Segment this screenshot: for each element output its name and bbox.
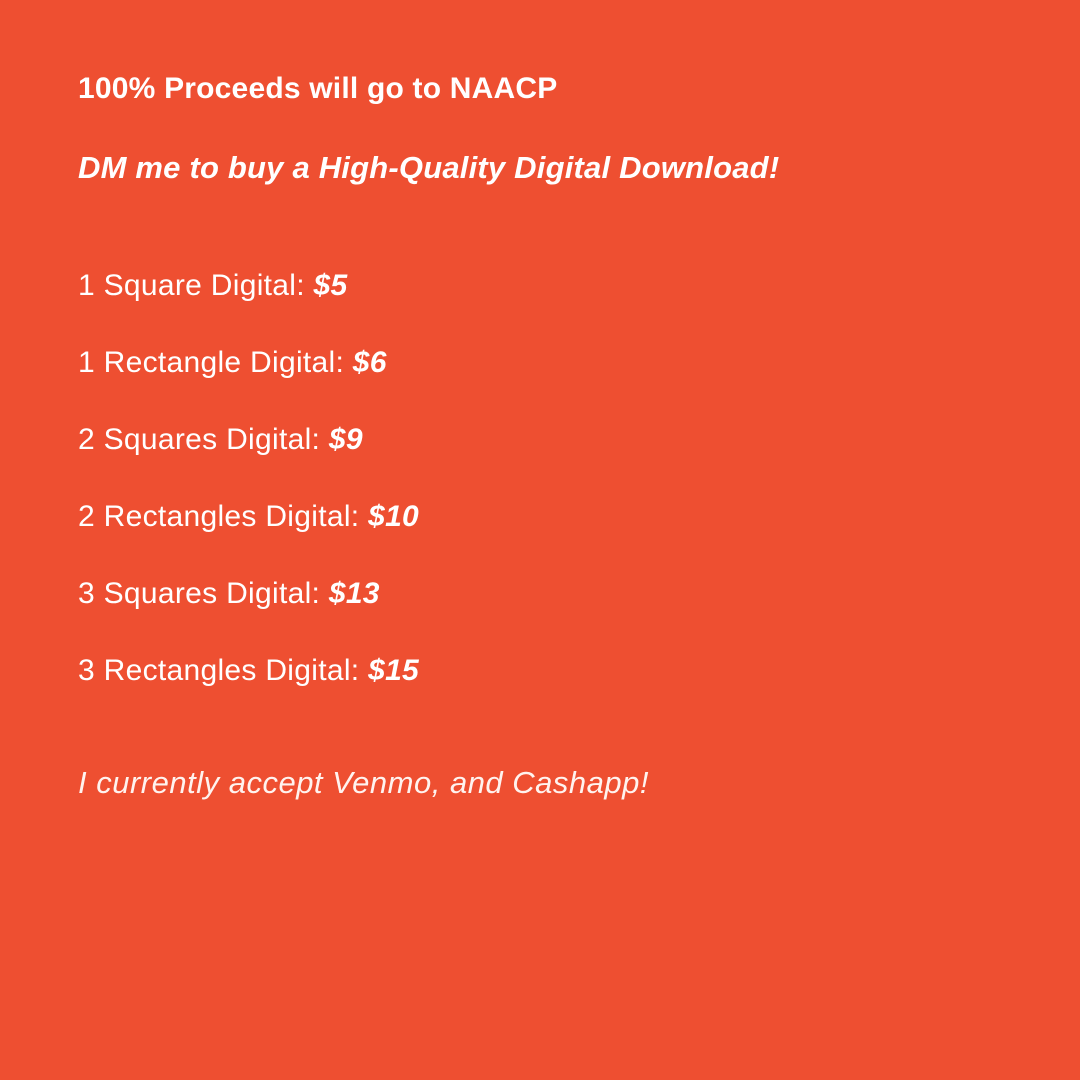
price-value: $10 [368,500,420,533]
price-list: 1 Square Digital: $5 1 Rectangle Digital… [78,264,419,726]
price-label: 2 Squares Digital: [78,423,329,456]
price-label: 3 Rectangles Digital: [78,654,369,687]
payment-note: I currently accept Venmo, and Cashapp! [78,765,649,800]
price-value: $13 [328,577,380,610]
price-item: 1 Rectangle Digital: $6 [78,341,419,418]
price-label: 1 Rectangle Digital: [78,346,353,379]
price-label: 2 Rectangles Digital: [78,500,369,533]
subhead: DM me to buy a High-Quality Digital Down… [78,150,780,185]
price-item: 3 Squares Digital: $13 [78,572,419,649]
headline: 100% Proceeds will go to NAACP [78,72,558,105]
price-label: 1 Square Digital: [78,269,314,302]
price-value: $9 [328,423,363,456]
price-label: 3 Squares Digital: [78,577,329,610]
price-item: 2 Rectangles Digital: $10 [78,495,419,572]
price-value: $15 [368,654,420,687]
price-item: 1 Square Digital: $5 [78,264,419,341]
price-value: $5 [313,269,348,302]
price-item: 2 Squares Digital: $9 [78,418,419,495]
price-value: $6 [352,346,387,379]
price-item: 3 Rectangles Digital: $15 [78,649,419,726]
